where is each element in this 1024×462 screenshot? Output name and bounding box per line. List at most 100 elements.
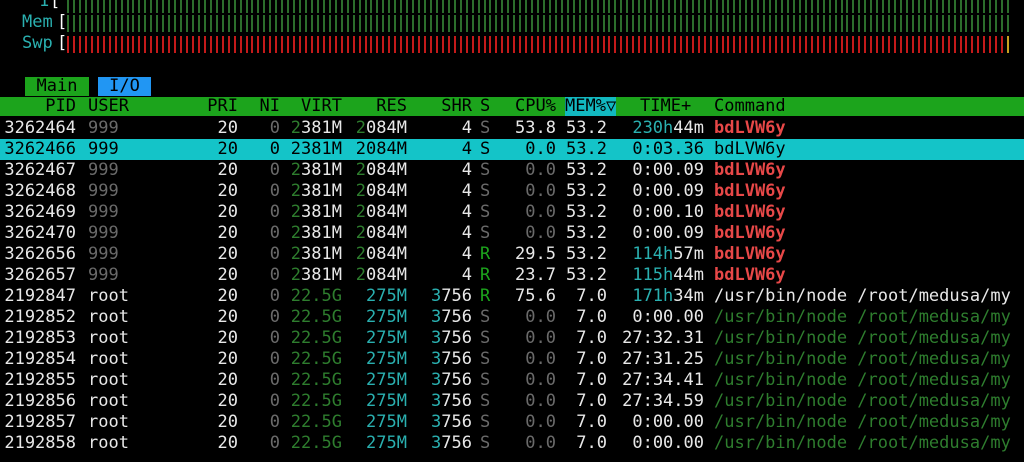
process-row[interactable]: 2192847 root 20 0 22.5G 275M 3756 R 75.6 7.0 171h3… — [0, 286, 1024, 307]
cell-shr: 3756 — [431, 391, 472, 411]
meter-bar-tick — [162, 36, 165, 53]
meter-bar-tick — [632, 15, 635, 32]
meter-bar-tick — [346, 0, 349, 13]
meter-bar-tick — [197, 36, 200, 53]
meter-bar-tick — [959, 0, 962, 13]
meter-bar-tick — [483, 0, 486, 13]
column-header-time[interactable]: TIME+ — [640, 97, 691, 116]
meter-bar-tick — [965, 0, 968, 13]
meter-bar-tick — [114, 0, 117, 13]
cell-virt: 22.5G — [290, 286, 342, 306]
process-row[interactable]: 3262657 999 20 0 2381M 2084M 4 R 23.7 53.2 115h44m… — [0, 265, 1024, 286]
column-header-res[interactable]: RES — [355, 97, 407, 116]
process-row[interactable]: 2192855 root 20 0 22.5G 275M 3756 S 0.0 7.0 27:34.… — [0, 370, 1024, 391]
meter-bar-tick — [822, 0, 825, 13]
meter-bar-tick — [965, 36, 968, 53]
column-header-virt[interactable]: VIRT — [290, 97, 342, 116]
tab-main[interactable]: Main — [25, 77, 89, 96]
tab-io[interactable]: I/O — [98, 77, 151, 96]
process-row[interactable]: 3262468 999 20 0 2381M 2084M 4 S 0.0 53.2 0:00.09 b… — [0, 181, 1024, 202]
meter-bracket-mem: [ — [57, 12, 68, 32]
meter-bar-tick — [917, 36, 920, 53]
meter-bar-tick — [709, 0, 712, 13]
column-header-ni[interactable]: NI — [250, 97, 280, 116]
meter-bar-tick — [941, 36, 944, 53]
cell-mem: 7.0 — [576, 286, 607, 306]
column-header-cpu[interactable]: CPU% — [500, 97, 556, 116]
meter-bar-tick — [435, 0, 438, 13]
cell-time: 0:00.09 — [632, 223, 704, 243]
meter-bracket-swp: [ — [57, 33, 68, 53]
cell-res: 2084M — [355, 118, 407, 138]
column-header-mem[interactable]: MEM%▽ — [565, 97, 617, 116]
column-header-command[interactable]: Command — [714, 97, 786, 116]
meter-bar-tick — [441, 15, 444, 32]
meter-bar-tick — [888, 0, 891, 13]
meter-bar-tick — [310, 15, 313, 32]
meter-bar-tick — [263, 15, 266, 32]
meter-bar-tick — [935, 36, 938, 53]
cell-time: 0:00.00 — [632, 433, 704, 453]
meter-bar-tick — [67, 0, 69, 13]
column-header-state[interactable]: S — [480, 97, 490, 116]
cell-res: 275M — [366, 286, 407, 306]
meter-bar-tick — [293, 0, 296, 13]
cell-shr: 4 — [461, 265, 472, 285]
column-header-shr[interactable]: SHR — [420, 97, 472, 116]
cell-pid: 3262468 — [4, 181, 76, 201]
cell-cpu: 75.6 — [515, 286, 556, 306]
process-row[interactable]: 3262464 999 20 0 2381M 2084M 4 S 53.8 53.2 230h44m… — [0, 118, 1024, 139]
meter-bar-tick — [287, 15, 290, 32]
column-header-pid[interactable]: PID — [0, 97, 76, 116]
meter-bar-tick — [673, 15, 676, 32]
meter-bar-tick — [650, 36, 653, 53]
meter-bar-tick — [554, 36, 557, 53]
process-row[interactable]: 2192853 root 20 0 22.5G 275M 3756 S 0.0 7.0 27:32.… — [0, 328, 1024, 349]
meter-bar-tick — [441, 36, 444, 53]
meter-bar-tick — [447, 36, 450, 53]
meter-bar-tick — [638, 0, 641, 13]
meter-bar-tick — [281, 0, 284, 13]
meter-bar-tick — [174, 15, 177, 32]
column-header-user[interactable]: USER — [88, 97, 129, 116]
cell-state: S — [480, 391, 491, 411]
meter-bar-tick — [697, 0, 700, 13]
meter-bar-tick — [953, 36, 956, 53]
meter-bar-tick — [727, 15, 730, 32]
meter-bar-tick — [382, 15, 385, 32]
process-row[interactable]: 3262470 999 20 0 2381M 2084M 4 S 0.0 53.2 0:00.09 b… — [0, 223, 1024, 244]
meter-bar-tick — [644, 36, 647, 53]
meter-bar-tick — [144, 15, 147, 32]
process-row[interactable]: 3262469 999 20 0 2381M 2084M 4 S 0.0 53.2 0:00.10 b… — [0, 202, 1024, 223]
process-row[interactable]: 2192858 root 20 0 22.5G 275M 3756 S 0.0 7.0 0:00.0… — [0, 433, 1024, 454]
meter-bar-tick — [828, 15, 831, 32]
meter-bar-tick — [935, 15, 938, 32]
process-row[interactable]: 2192857 root 20 0 22.5G 275M 3756 S 0.0 7.0 0:00.0… — [0, 412, 1024, 433]
meter-bar-tick — [804, 0, 807, 13]
cell-ni: 0 — [269, 349, 280, 369]
process-row[interactable]: 2192852 root 20 0 22.5G 275M 3756 S 0.0 7.0 0:00.0… — [0, 307, 1024, 328]
process-row[interactable]: 3262466 999 20 0 2381M 2084M 4 S 0.0 53.2 0:03.36 b… — [0, 139, 1024, 160]
meter-bar-tick — [483, 36, 486, 53]
cell-mem: 53.2 — [566, 265, 607, 285]
cell-shr: 4 — [461, 244, 472, 264]
process-row[interactable]: 2192856 root 20 0 22.5G 275M 3756 S 0.0 7.0 27:34.… — [0, 391, 1024, 412]
column-header-pri[interactable]: PRI — [190, 97, 238, 116]
cell-cpu: 0.0 — [525, 202, 556, 222]
meter-bar-tick — [429, 0, 432, 13]
process-row[interactable]: 2192854 root 20 0 22.5G 275M 3756 S 0.0 7.0 27:31.… — [0, 349, 1024, 370]
cell-mem: 53.2 — [566, 223, 607, 243]
meter-bar-tick — [120, 36, 123, 53]
meter-bar-tick — [543, 0, 545, 13]
cell-state: S — [480, 328, 491, 348]
meter-bar-tick — [781, 0, 783, 13]
meter-bar-tick — [840, 15, 843, 32]
cell-user: 999 — [88, 244, 119, 264]
cell-pri: 20 — [217, 223, 238, 243]
meter-bar-tick — [465, 15, 468, 32]
cell-virt: 22.5G — [290, 412, 342, 432]
meter-bar-tick — [132, 36, 135, 53]
process-row[interactable]: 3262656 999 20 0 2381M 2084M 4 R 29.5 53.2 114h57m… — [0, 244, 1024, 265]
meter-bar-tick — [144, 36, 147, 53]
process-row[interactable]: 3262467 999 20 0 2381M 2084M 4 S 0.0 53.2 0:00.09 b… — [0, 160, 1024, 181]
